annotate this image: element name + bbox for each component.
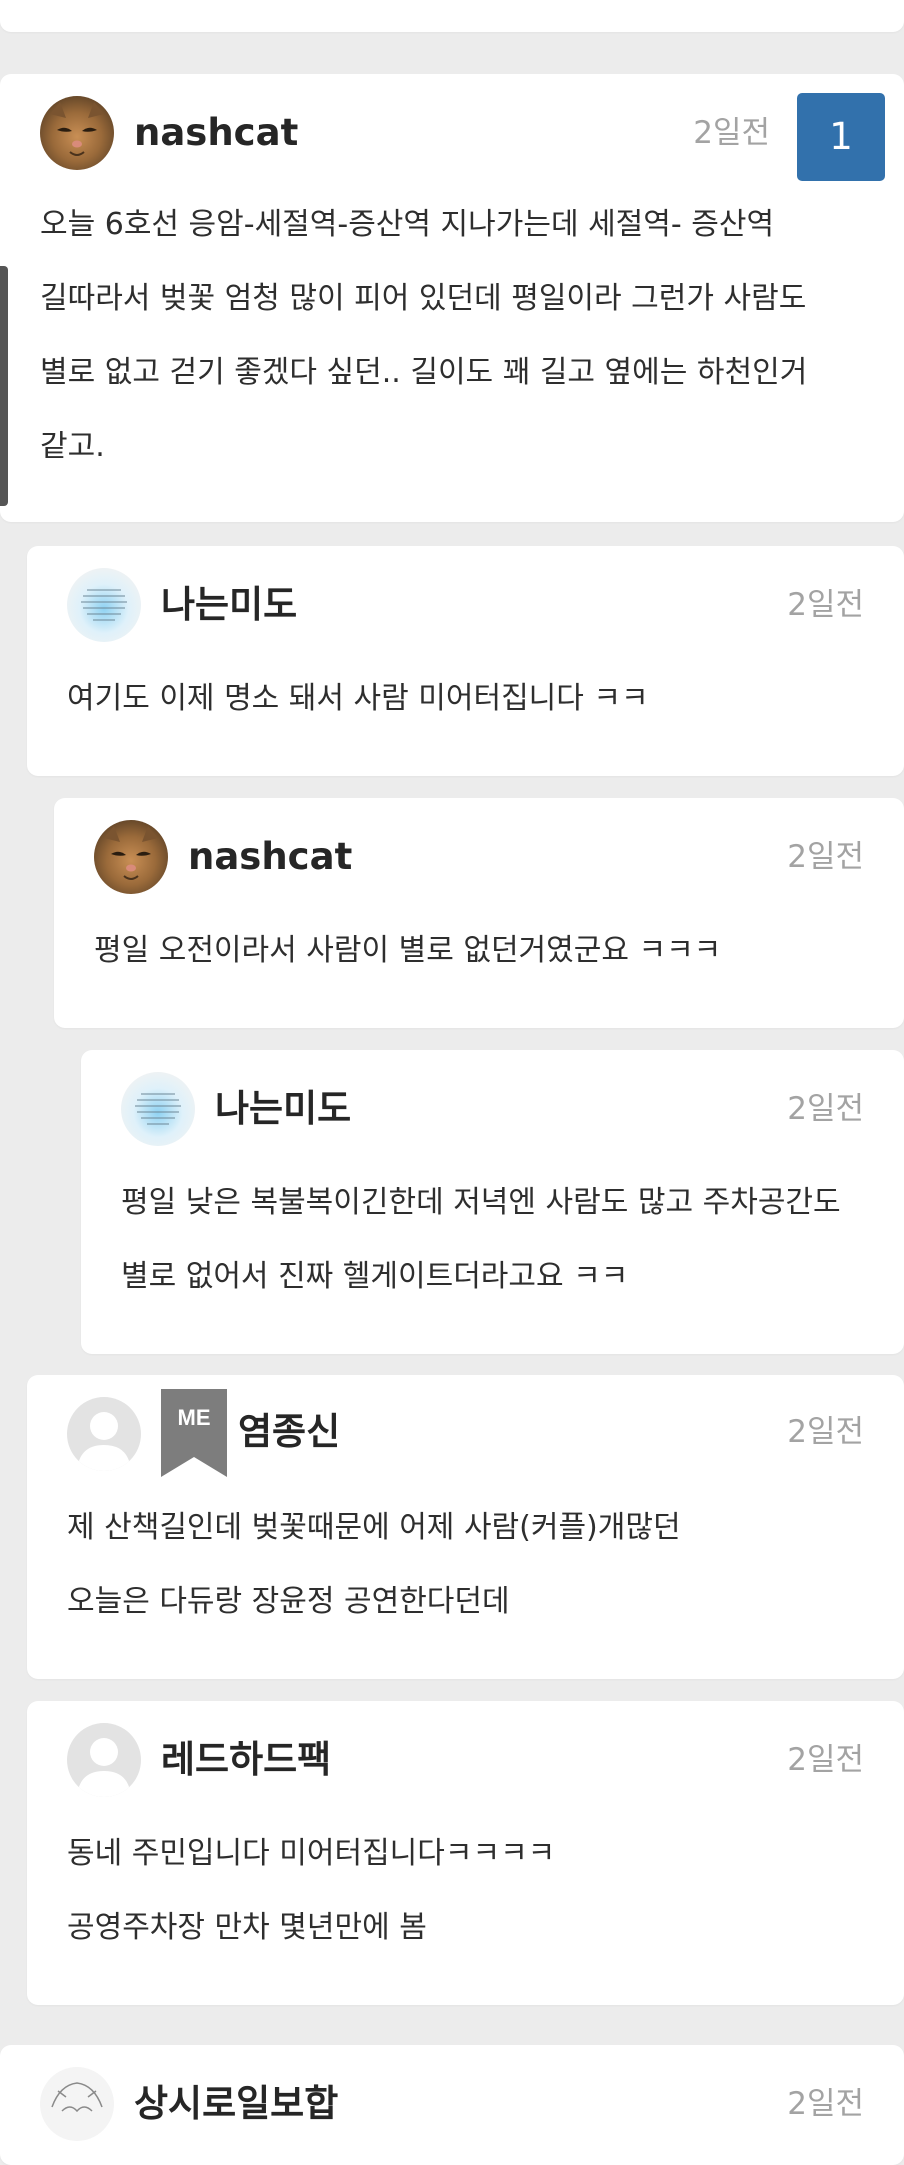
comment-card: 레드하드팩 2일전 동네 주민입니다 미어터집니다ㅋㅋㅋㅋ 공영주차장 만차 몇… [27, 1701, 904, 2005]
comment-header: 레드하드팩 2일전 [67, 1723, 864, 1797]
comment-text: 평일 낮은 복불복이긴한데 저녁엔 사람도 많고 주차공간도 별로 없어서 진짜… [121, 1166, 864, 1314]
comment-line: 동네 주민입니다 미어터집니다ㅋㅋㅋㅋ [67, 1836, 556, 1871]
comment-date: 2일전 [787, 1091, 864, 1127]
default-user-icon [67, 1723, 141, 1797]
previous-comment-card [0, 0, 904, 32]
user-avatar[interactable] [40, 2067, 114, 2141]
comment-card: ME 염종신 2일전 제 산책길인데 벚꽃때문에 어제 사람(커플)개많던 오늘… [27, 1375, 904, 1679]
author-name[interactable]: 나는미도 [215, 1072, 351, 1146]
comment-header: ME 염종신 2일전 [67, 1389, 864, 1477]
comment-header: 상시로일보합 2일전 [40, 2067, 864, 2141]
comment-date: 2일전 [787, 2086, 864, 2122]
comment-line: 오늘은 다듀랑 장윤정 공연한다던데 [67, 1584, 510, 1619]
comment-header: nashcat 2일전 [94, 820, 864, 894]
vote-count-badge[interactable]: 1 [797, 93, 885, 181]
cat-avatar-icon [40, 96, 114, 170]
author-name[interactable]: nashcat [134, 96, 298, 170]
comment-line: 오늘 6호선 응암-세절역-증산역 지나가는데 세절역- 증산역 길따라서 벚꽃… [40, 207, 808, 464]
user-avatar[interactable] [94, 820, 168, 894]
comment-header: 나는미도 2일전 [121, 1072, 864, 1146]
comment-date: 2일전 [787, 587, 864, 623]
author-name[interactable]: 나는미도 [161, 568, 297, 642]
comment-card: nashcat 2일전 1 오늘 6호선 응암-세절역-증산역 지나가는데 세절… [0, 74, 904, 522]
comment-line: 제 산책길인데 벚꽃때문에 어제 사람(커플)개많던 [67, 1510, 681, 1545]
user-avatar[interactable] [40, 96, 114, 170]
comment-text: 제 산책길인데 벚꽃때문에 어제 사람(커플)개많던 오늘은 다듀랑 장윤정 공… [67, 1491, 864, 1639]
comment-text: 오늘 6호선 응암-세절역-증산역 지나가는데 세절역- 증산역 길따라서 벚꽃… [40, 188, 864, 484]
comment-line: 공영주차장 만차 몇년만에 봄 [67, 1910, 427, 1945]
comment-header: 나는미도 2일전 [67, 568, 864, 642]
cat-avatar-icon [94, 820, 168, 894]
author-name[interactable]: 상시로일보합 [134, 2067, 338, 2141]
default-user-icon [67, 1397, 141, 1471]
note-avatar-icon [67, 568, 141, 642]
user-avatar[interactable] [67, 568, 141, 642]
comment-card: 나는미도 2일전 평일 낮은 복불복이긴한데 저녁엔 사람도 많고 주차공간도 … [81, 1050, 904, 1354]
comment-line: 평일 낮은 복불복이긴한데 저녁엔 사람도 많고 주차공간도 별로 없어서 진짜… [121, 1185, 841, 1294]
note-avatar-icon [121, 1072, 195, 1146]
user-avatar[interactable] [67, 1723, 141, 1797]
bookmark-icon [161, 1389, 227, 1477]
comment-card: nashcat 2일전 평일 오전이라서 사람이 별로 없던거였군요 ㅋㅋㅋ [54, 798, 904, 1028]
comment-text: 동네 주민입니다 미어터집니다ㅋㅋㅋㅋ 공영주차장 만차 몇년만에 봄 [67, 1817, 864, 1965]
scroll-edge-handle[interactable] [0, 266, 8, 506]
comment-card: 나는미도 2일전 여기도 이제 명소 돼서 사람 미어터집니다 ㅋㅋ [27, 546, 904, 776]
comment-text: 여기도 이제 명소 돼서 사람 미어터집니다 ㅋㅋ [67, 662, 864, 736]
me-badge: ME [161, 1389, 227, 1477]
comment-line: 여기도 이제 명소 돼서 사람 미어터집니다 ㅋㅋ [67, 681, 649, 716]
user-avatar[interactable] [121, 1072, 195, 1146]
comment-date: 2일전 [787, 839, 864, 875]
me-badge-label: ME [177, 1405, 211, 1430]
comment-header: nashcat 2일전 [40, 96, 864, 170]
author-name[interactable]: nashcat [188, 820, 352, 894]
user-avatar[interactable] [67, 1397, 141, 1471]
comment-date: 2일전 [787, 1742, 864, 1778]
author-name[interactable]: 레드하드팩 [161, 1723, 331, 1797]
comment-line: 평일 오전이라서 사람이 별로 없던거였군요 ㅋㅋㅋ [94, 933, 722, 968]
sketch-avatar-icon [40, 2067, 114, 2141]
comment-text: 평일 오전이라서 사람이 별로 없던거였군요 ㅋㅋㅋ [94, 914, 864, 988]
comment-date: 2일전 [693, 115, 770, 151]
comment-date: 2일전 [787, 1414, 864, 1450]
comment-card: 상시로일보합 2일전 [0, 2045, 904, 2165]
author-name[interactable]: 염종신 [238, 1395, 340, 1469]
